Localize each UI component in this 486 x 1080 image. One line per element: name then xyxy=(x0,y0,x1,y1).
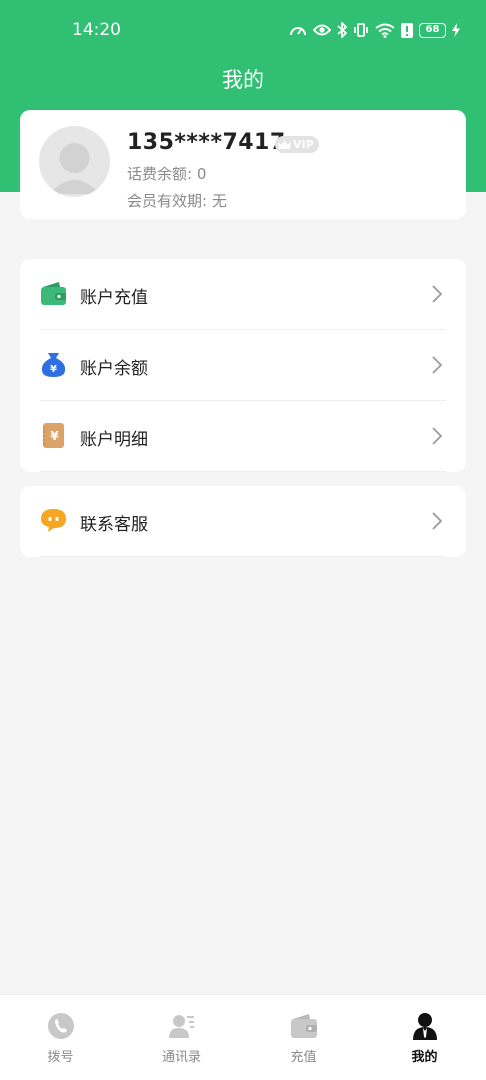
crown-icon xyxy=(278,139,291,149)
menu-item-account-details[interactable]: ¥ 账户明细 xyxy=(20,401,466,472)
tab-label: 通讯录 xyxy=(161,1050,201,1065)
profile-card: 135****7417 VIP 话费余额: 0 会员有效期: 无 xyxy=(20,110,466,219)
vip-badge: VIP xyxy=(275,136,319,153)
money-bag-icon: ¥ xyxy=(41,353,66,377)
wallet-icon xyxy=(291,1014,317,1038)
divider xyxy=(40,556,446,557)
account-menu-card: 账户充值 ¥ 账户余额 ¥ 账户明细 xyxy=(20,259,466,472)
chat-bubble-icon xyxy=(41,509,66,532)
chevron-right-icon xyxy=(432,356,442,374)
avatar[interactable] xyxy=(39,126,110,197)
default-avatar-icon xyxy=(39,126,110,197)
bottom-tab-bar: 拨号 通讯录 充值 我的 xyxy=(0,994,486,1080)
vip-badge-text: VIP xyxy=(293,138,314,151)
user-icon xyxy=(413,1013,437,1040)
vibrate-icon xyxy=(354,23,368,37)
divider xyxy=(40,471,446,472)
wallet-icon xyxy=(41,282,66,305)
page-title: 我的 xyxy=(222,68,264,92)
battery-indicator: 68 xyxy=(419,22,446,38)
tab-label: 拨号 xyxy=(47,1050,74,1065)
tab-recharge[interactable]: 充值 xyxy=(243,995,364,1080)
tab-mine[interactable]: 我的 xyxy=(364,995,485,1080)
svg-text:¥: ¥ xyxy=(50,364,57,375)
phone-balance: 话费余额: 0 xyxy=(127,165,207,183)
status-icons: 68 xyxy=(289,19,460,41)
menu-item-account-balance[interactable]: ¥ 账户余额 xyxy=(20,330,466,401)
tab-label: 充值 xyxy=(290,1050,317,1065)
menu-item-contact-support[interactable]: 联系客服 xyxy=(20,486,466,557)
menu-item-account-recharge[interactable]: 账户充值 xyxy=(20,259,466,330)
chevron-right-icon xyxy=(432,285,442,303)
membership-expiry: 会员有效期: 无 xyxy=(127,192,227,210)
menu-item-label: 联系客服 xyxy=(80,515,148,535)
support-menu-card: 联系客服 xyxy=(20,486,466,557)
receipt-icon: ¥ xyxy=(43,423,64,448)
phone-icon xyxy=(48,1013,74,1039)
tab-label: 我的 xyxy=(411,1050,438,1065)
bluetooth-icon xyxy=(337,22,347,38)
alert-icon xyxy=(401,22,413,38)
chevron-right-icon xyxy=(432,512,442,530)
menu-item-label: 账户明细 xyxy=(80,430,148,450)
menu-item-label: 账户充值 xyxy=(80,288,148,308)
svg-text:¥: ¥ xyxy=(50,429,59,443)
eye-icon xyxy=(313,24,331,36)
contacts-icon xyxy=(169,1015,194,1038)
menu-item-label: 账户余额 xyxy=(80,359,148,379)
speedometer-icon xyxy=(290,27,306,36)
chevron-right-icon xyxy=(432,427,442,445)
wifi-icon xyxy=(375,23,395,38)
status-time: 14:20 xyxy=(72,20,121,40)
charging-icon xyxy=(452,23,460,37)
phone-number: 135****7417 xyxy=(127,130,286,155)
tab-contacts[interactable]: 通讯录 xyxy=(121,995,242,1080)
status-bar: 14:20 68 xyxy=(0,0,486,60)
tab-dial[interactable]: 拨号 xyxy=(0,995,121,1080)
